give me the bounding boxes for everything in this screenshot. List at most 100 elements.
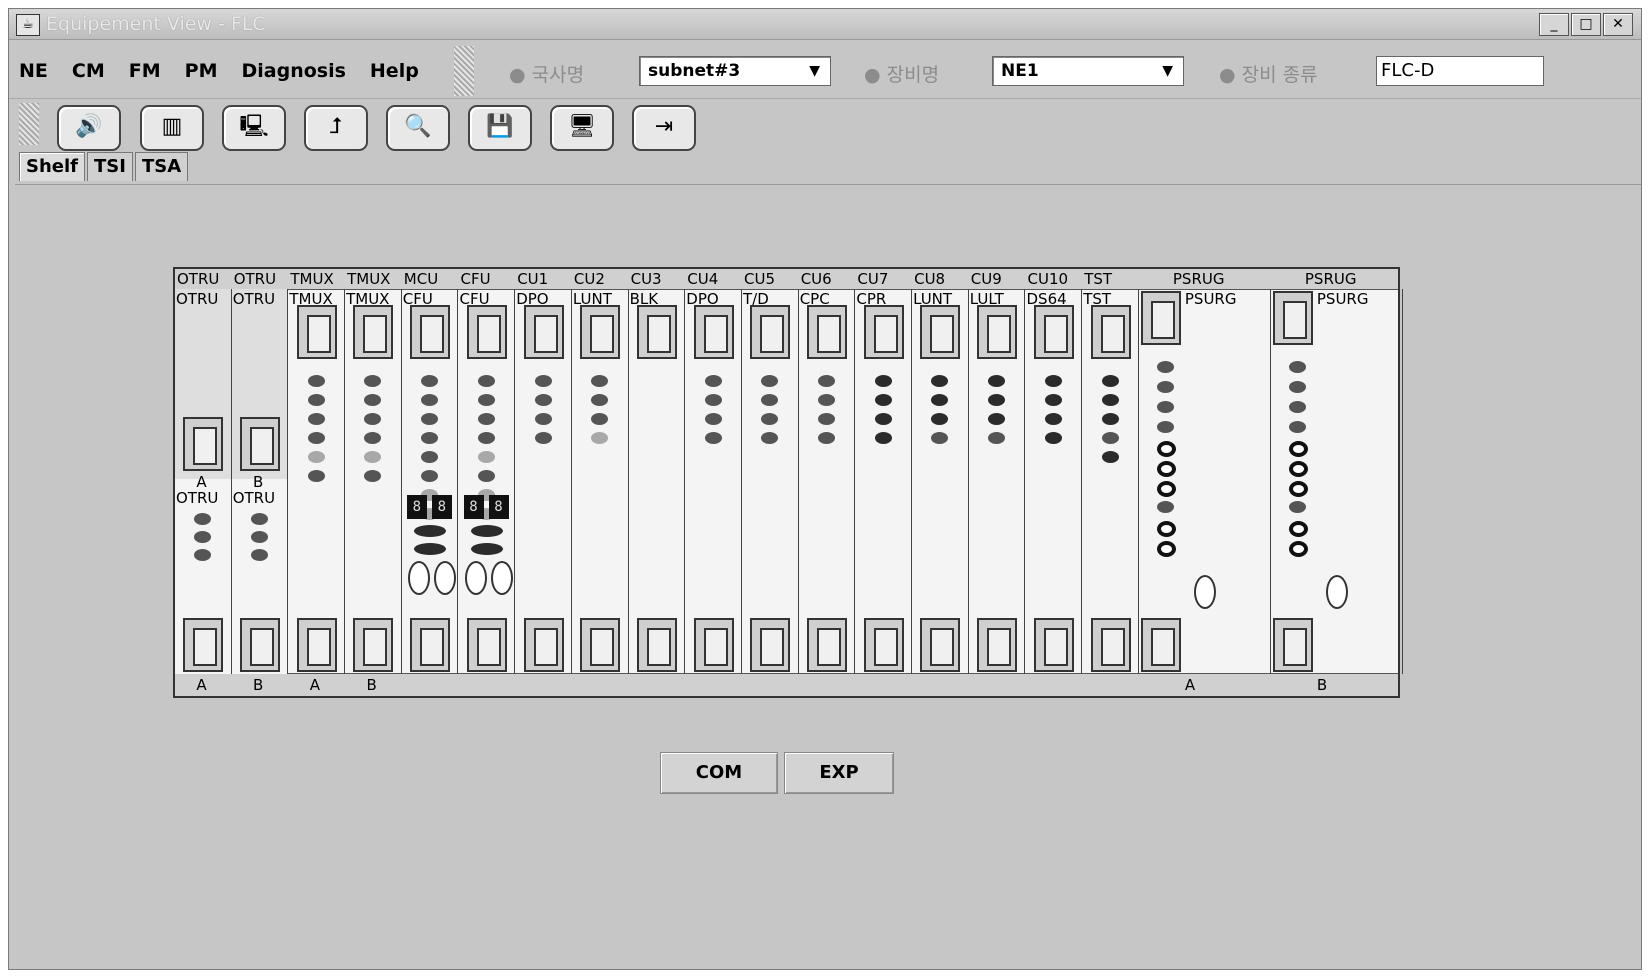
shelf-slot[interactable]: OTRU A OTRU [175,289,232,674]
card-ejector-handle [1033,305,1074,359]
status-led-icon [1288,381,1306,393]
toolbar-grip[interactable] [19,103,39,145]
shelf-slot[interactable]: PSURG [1271,289,1403,674]
office-label: 국사명 [531,64,585,86]
card-ejector-handle [466,618,507,672]
menu-cm[interactable]: CM [72,60,105,82]
card-ejector-handle [1272,291,1313,345]
slot-top-label: CFU [460,270,491,288]
status-led-icon [477,451,495,463]
equipment-search-icon[interactable]: 🖳 [222,105,286,151]
minimize-icon[interactable]: _ [1539,13,1569,36]
equip-name-combo[interactable]: NE1 ▼ [992,56,1184,86]
slot-bottom-label: A [309,676,321,694]
exit-icon[interactable]: ⇥ [632,105,696,151]
status-led-icon [704,432,722,444]
card-ejector-handle [920,305,961,359]
save-icon[interactable]: 💾 [468,105,532,151]
status-led-icon [251,513,269,525]
status-led-icon [307,394,325,406]
status-led-icon [364,432,382,444]
shelf-slot[interactable]: OTRU B OTRU [231,289,289,674]
shelf-slot[interactable]: TMUX [288,289,346,674]
card-ejector-handle [1033,618,1074,672]
slot-top-label: CU8 [914,270,946,288]
exp-button[interactable]: EXP [784,752,894,794]
tab-tsa[interactable]: TSA [134,152,189,181]
com-button[interactable]: COM [660,752,778,794]
card-ejector-handle [1140,291,1181,345]
card-ejector-handle [240,417,281,471]
card-label: PSURG [1184,290,1237,308]
monitor-icon[interactable]: 🖥 [550,105,614,151]
status-led-icon [477,432,495,444]
signal-path-icon[interactable]: ⮥ [304,105,368,151]
zoom-search-icon[interactable]: 🔍 [386,105,450,151]
menu-fm[interactable]: FM [129,60,161,82]
status-led-icon [477,375,495,387]
shelf-view-icon[interactable]: ▥ [140,105,204,151]
card-ejector-handle [1272,618,1313,672]
shelf-slot[interactable]: CFU 8 8 [459,289,516,674]
seven-seg-display-icon: 8 [431,495,452,519]
status-led-icon [470,525,503,537]
alarm-sound-icon[interactable]: 🔊 [57,105,121,151]
slot-top-label: TST [1084,270,1113,288]
card-ejector-handle [750,618,791,672]
menu-help[interactable]: Help [370,60,419,82]
status-led-icon [194,531,212,543]
status-led-icon [874,375,892,387]
tab-shelf[interactable]: Shelf [19,152,85,181]
shelf-slot[interactable]: DPO [685,289,742,674]
shelf-slot[interactable]: CPC [799,289,856,674]
status-led-icon [307,413,325,425]
shelf-slot[interactable]: T/D [742,289,799,674]
menu-ne[interactable]: NE [19,60,48,82]
card-ejector-handle [353,305,394,359]
status-led-icon [421,470,439,482]
shelf-slot[interactable]: PSURG [1139,289,1271,674]
shelf-top-labels: OTRU OTRU TMUX TMUX MCU CFU CU1 CU2 CU3 CU4 CU5 CU6… [175,269,1398,290]
shelf-slot[interactable]: CFU 8 8 [402,289,459,674]
status-led-icon [477,413,495,425]
card-ejector-handle [523,618,564,672]
tab-tsi[interactable]: TSI [87,152,133,181]
shelf-slot[interactable]: DPO [515,289,572,674]
shelf-slot[interactable]: LUNT [572,289,629,674]
status-led-icon [470,543,503,555]
status-led-icon [1044,394,1062,406]
status-led-icon [1101,375,1119,387]
status-led-icon [1288,521,1308,537]
close-icon[interactable]: ✕ [1603,13,1633,36]
status-led-icon [194,513,212,525]
shelf-slot[interactable]: LULT [969,289,1026,674]
status-led-icon [931,394,949,406]
shelf-slot[interactable]: CPR [855,289,913,674]
shelf-slot[interactable]: TST [1082,289,1139,674]
shelf-slot[interactable]: TMUX [345,289,402,674]
toggle-switch-icon [407,561,430,595]
shelf-slot[interactable]: BLK [629,289,686,674]
status-led-icon [421,394,439,406]
shelf-slot[interactable]: DS64 [1026,289,1083,674]
card-ejector-handle [977,305,1018,359]
toggle-switch-icon [433,561,456,595]
equip-type-label: 장비 종류 [1241,64,1318,86]
status-led-icon [591,432,609,444]
slot-top-label: OTRU [233,270,277,288]
status-led-icon [818,394,836,406]
menu-pm[interactable]: PM [185,60,218,82]
status-led-icon [534,394,552,406]
status-led-icon [874,432,892,444]
shelf-slot[interactable]: LUNT [912,289,969,674]
card-ejector-handle [296,618,337,672]
maximize-icon[interactable]: □ [1571,13,1601,36]
slot-top-label: CU3 [630,270,662,288]
seven-seg-display-icon: 8 [463,495,484,519]
equip-type-field[interactable]: FLC-D [1376,56,1544,86]
status-led-icon [1288,461,1308,477]
title-bar: ☕ Equipement View - FLC _ □ ✕ [9,9,1641,40]
menu-diagnosis[interactable]: Diagnosis [241,60,345,82]
toolbar-grip[interactable] [454,46,474,96]
office-combo[interactable]: subnet#3 ▼ [639,56,831,86]
